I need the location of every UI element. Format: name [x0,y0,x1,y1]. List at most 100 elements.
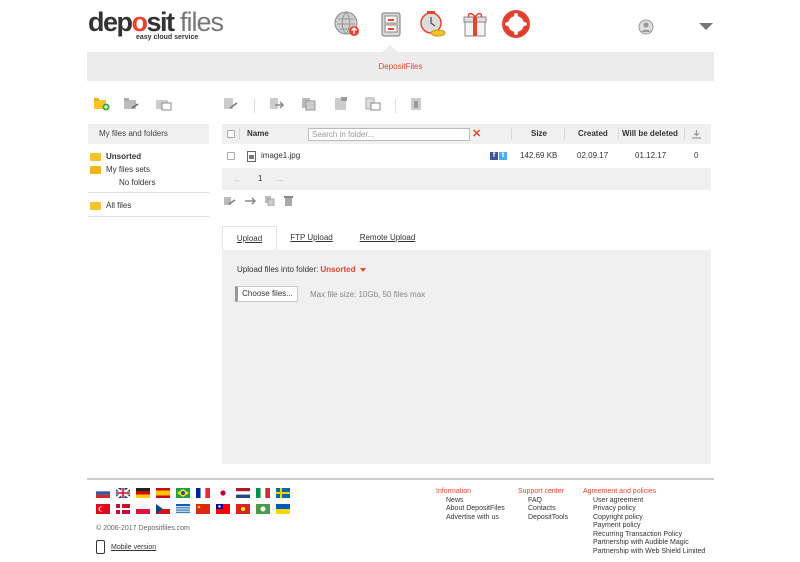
account-menu-chevron-icon[interactable] [699,23,713,30]
twitter-share-icon[interactable]: t [499,152,507,160]
flag-brazil-icon[interactable] [176,488,190,498]
footer-link-audible-magic[interactable]: Partnership with Audible Magic [583,539,705,548]
flag-spain-icon[interactable] [156,488,170,498]
active-nav-indicator [382,45,398,52]
flag-japan-icon[interactable] [216,488,230,498]
column-header-name[interactable]: Name [247,124,269,144]
file-rename-icon[interactable] [365,97,381,111]
column-header-will-be-deleted[interactable]: Will be deleted [622,124,678,144]
flag-denmark-icon[interactable] [116,504,130,514]
toolbar-divider [254,99,255,113]
no-folders-label: No folders [119,177,156,187]
flag-poland-icon[interactable] [136,504,150,514]
tab-upload[interactable]: Upload [222,226,277,250]
mobile-phone-icon [96,540,105,554]
column-header-created[interactable]: Created [578,124,608,144]
download-count-icon [692,130,701,139]
flag-czech-icon[interactable] [156,504,170,514]
logo[interactable]: deposit files easy cloud service [88,8,224,41]
folder-item-all-files[interactable]: All files [90,199,209,212]
footer-column-agreements: Agreement and policies User agreement Pr… [583,488,706,557]
current-page-number[interactable]: 1 [258,168,262,190]
column-header-size[interactable]: Size [531,124,547,144]
move-small-icon[interactable] [245,196,257,206]
footer-link-faq[interactable]: FAQ [518,497,568,506]
flag-russia-icon[interactable] [96,488,110,498]
gift-icon[interactable] [461,10,489,38]
file-properties-icon[interactable] [333,97,349,111]
tab-ftp-upload[interactable]: FTP Upload [284,226,339,250]
footer-link-copyright[interactable]: Copyright policy [583,514,705,523]
footer-link-news[interactable]: News [436,497,505,506]
tree-divider-bottom [88,216,209,217]
mobile-version-link[interactable]: Mobile version [96,540,156,554]
flag-turkey-icon[interactable] [96,504,110,514]
prev-page-arrow-icon[interactable]: ← [233,168,242,190]
flag-greece-icon[interactable] [176,504,190,514]
copyright-text: © 2006-2017 Depositfiles.com [96,525,190,532]
clear-search-icon[interactable]: ✕ [472,129,481,140]
file-cabinet-icon[interactable] [377,10,405,38]
table-row[interactable]: image1.jpg f t 142.69 KB 02.09.17 01.12.… [222,144,711,168]
logo-tagline: easy cloud service [136,34,199,41]
footer-link-privacy[interactable]: Privacy policy [583,505,705,514]
choose-files-button[interactable]: Choose files... [235,286,298,302]
file-name-link[interactable]: image1.jpg [261,144,300,168]
image-file-icon [247,151,256,162]
footer-link-payment[interactable]: Payment policy [583,522,705,531]
footer-link-deposittools[interactable]: DepositTools [518,514,568,523]
clock-coins-icon[interactable] [418,10,446,38]
toolbar-divider [395,99,396,113]
footer-link-user-agreement[interactable]: User agreement [583,497,705,506]
footer-column-support: Support center FAQ Contacts DepositTools [518,488,569,523]
tree-divider [88,192,209,193]
footer-link-contacts[interactable]: Contacts [518,505,568,514]
folder-link-icon[interactable] [124,97,140,111]
file-created-date: 02.09.17 [577,151,609,160]
flag-sweden-icon[interactable] [276,488,290,498]
flag-italy-icon[interactable] [256,488,270,498]
new-folder-icon[interactable] [94,97,110,111]
user-avatar-icon[interactable] [638,19,654,35]
get-link-small-icon[interactable] [224,196,236,206]
page: deposit files easy cloud service Deposit… [0,0,800,562]
flag-ukraine-icon[interactable] [276,504,290,514]
footer-link-advertise[interactable]: Advertise with us [436,514,505,523]
flag-arabic-icon[interactable] [256,504,270,514]
header-divider [564,128,565,140]
next-page-arrow-icon[interactable]: → [275,168,284,190]
header-divider [684,128,685,140]
flag-france-icon[interactable] [196,488,210,498]
flag-netherlands-icon[interactable] [236,488,250,498]
facebook-share-icon[interactable]: f [490,152,498,160]
folder-item-my-files-sets[interactable]: My files sets [90,163,209,176]
copy-file-icon[interactable] [301,97,317,111]
my-files-panel-title: My files and folders [88,124,209,144]
footer-link-recurring[interactable]: Recurring Transaction Policy [583,531,705,540]
header-divider [511,128,512,140]
get-link-icon[interactable] [223,97,239,111]
flag-taiwan-icon[interactable] [216,504,230,514]
search-in-folder-input[interactable] [308,128,470,141]
copy-small-icon[interactable] [265,196,275,206]
folder-item-unsorted[interactable]: Unsorted [90,150,209,163]
lifebuoy-icon[interactable] [502,10,530,38]
tab-remote-upload[interactable]: Remote Upload [355,226,420,250]
flag-china-icon[interactable] [196,504,210,514]
footer-link-about[interactable]: About DepositFiles [436,505,505,514]
dropdown-caret-icon[interactable] [359,267,366,272]
move-file-icon[interactable] [269,97,285,111]
select-all-checkbox[interactable] [227,130,235,138]
flag-vietnam-icon[interactable] [236,504,250,514]
flag-uk-icon[interactable] [116,488,130,498]
flag-germany-icon[interactable] [136,488,150,498]
file-delete-icon[interactable] [408,97,424,111]
max-file-size-info: Max file size: 10Gb, 50 files max [310,290,426,299]
row-checkbox[interactable] [227,152,235,160]
trash-small-icon[interactable] [284,196,293,206]
upload-panel: Upload files into folder: Unsorted Choose… [222,250,711,464]
globe-upload-icon[interactable] [333,10,361,38]
footer-link-web-shield[interactable]: Partnership with Web Shield Limited [583,548,705,557]
folder-rename-icon[interactable] [156,97,172,111]
upload-folder-dropdown[interactable]: Unsorted [320,265,355,274]
